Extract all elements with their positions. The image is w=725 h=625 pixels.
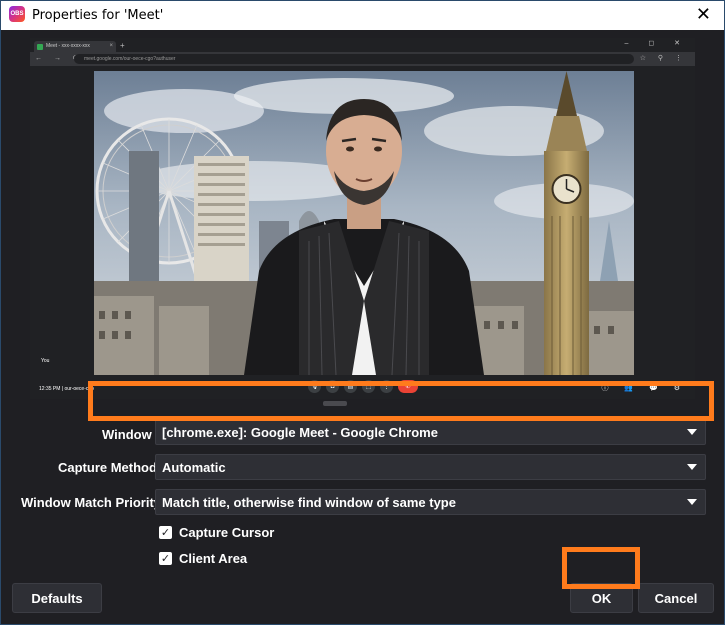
close-icon[interactable]: ✕ xyxy=(696,4,711,25)
self-view-label: You xyxy=(41,358,50,364)
meet-control-bar: 🎙 ◘ ▤ ⬚ ⋮ ✆ xyxy=(308,380,418,393)
camera-video-feed xyxy=(94,71,634,375)
meeting-time-code: 12:35 PM | our-oece-cgo xyxy=(39,386,94,392)
more-options-icon: ⋮ xyxy=(380,380,393,393)
chevron-down-icon xyxy=(687,429,697,435)
browser-tab: Meet - xxx-xxxx-xxx × xyxy=(34,41,116,52)
window-title: Properties for 'Meet' xyxy=(32,8,164,23)
meet-favicon-icon xyxy=(37,44,43,50)
tab-close-icon: × xyxy=(109,43,113,49)
browser-extension-icons: ☆ ⚲ ⋮ xyxy=(639,55,687,62)
capture-cursor-label[interactable]: Capture Cursor xyxy=(179,525,274,540)
capture-cursor-checkbox[interactable]: ✓ xyxy=(159,526,172,539)
dialog-content: Meet - xxx-xxxx-xxx × + – ◻ ✕ ← → ⟳ meet… xyxy=(1,30,724,624)
captions-icon: ▤ xyxy=(344,380,357,393)
camera-icon: ◘ xyxy=(326,380,339,393)
defaults-button[interactable]: Defaults xyxy=(12,583,102,613)
source-preview: Meet - xxx-xxxx-xxx × + – ◻ ✕ ← → ⟳ meet… xyxy=(30,38,695,399)
window-select-value: [chrome.exe]: Google Meet - Google Chrom… xyxy=(162,425,438,440)
meet-call-area: You 12:35 PM | our-oece-cgo 🎙 ◘ ▤ ⬚ ⋮ ✆ … xyxy=(30,66,695,399)
meet-side-icons: ⓘ 👥 💬 ⚙ xyxy=(601,385,687,392)
capture-method-value: Automatic xyxy=(162,460,226,475)
ok-button[interactable]: OK xyxy=(570,583,633,613)
browser-url-bar: meet.google.com/our-oece-cgo?authuser xyxy=(74,54,634,64)
mic-icon: 🎙 xyxy=(308,380,321,393)
browser-tab-title: Meet - xxx-xxxx-xxx xyxy=(46,43,90,49)
end-call-icon: ✆ xyxy=(398,380,418,393)
browser-tab-bar: Meet - xxx-xxxx-xxx × + – ◻ ✕ xyxy=(30,38,695,52)
new-tab-icon: + xyxy=(120,41,125,50)
browser-window-controls: – ◻ ✕ xyxy=(624,40,689,47)
title-bar: OBS Properties for 'Meet' ✕ xyxy=(0,0,725,30)
match-priority-value: Match title, otherwise find window of sa… xyxy=(162,495,456,510)
chevron-down-icon xyxy=(687,499,697,505)
client-area-label[interactable]: Client Area xyxy=(179,551,247,566)
window-select[interactable]: [chrome.exe]: Google Meet - Google Chrom… xyxy=(155,419,706,445)
cancel-button[interactable]: Cancel xyxy=(638,583,714,613)
chevron-down-icon xyxy=(687,464,697,470)
window-label: Window xyxy=(102,427,152,442)
obs-app-icon: OBS xyxy=(9,6,25,22)
match-priority-label: Window Match Priority xyxy=(21,495,161,510)
video-frame-image xyxy=(94,71,634,375)
browser-toolbar: ← → ⟳ meet.google.com/our-oece-cgo?authu… xyxy=(30,52,695,66)
preview-resize-grip[interactable] xyxy=(323,401,347,406)
capture-method-label: Capture Method xyxy=(58,460,157,475)
capture-method-select[interactable]: Automatic xyxy=(155,454,706,480)
match-priority-select[interactable]: Match title, otherwise find window of sa… xyxy=(155,489,706,515)
client-area-checkbox[interactable]: ✓ xyxy=(159,552,172,565)
present-icon: ⬚ xyxy=(362,380,375,393)
